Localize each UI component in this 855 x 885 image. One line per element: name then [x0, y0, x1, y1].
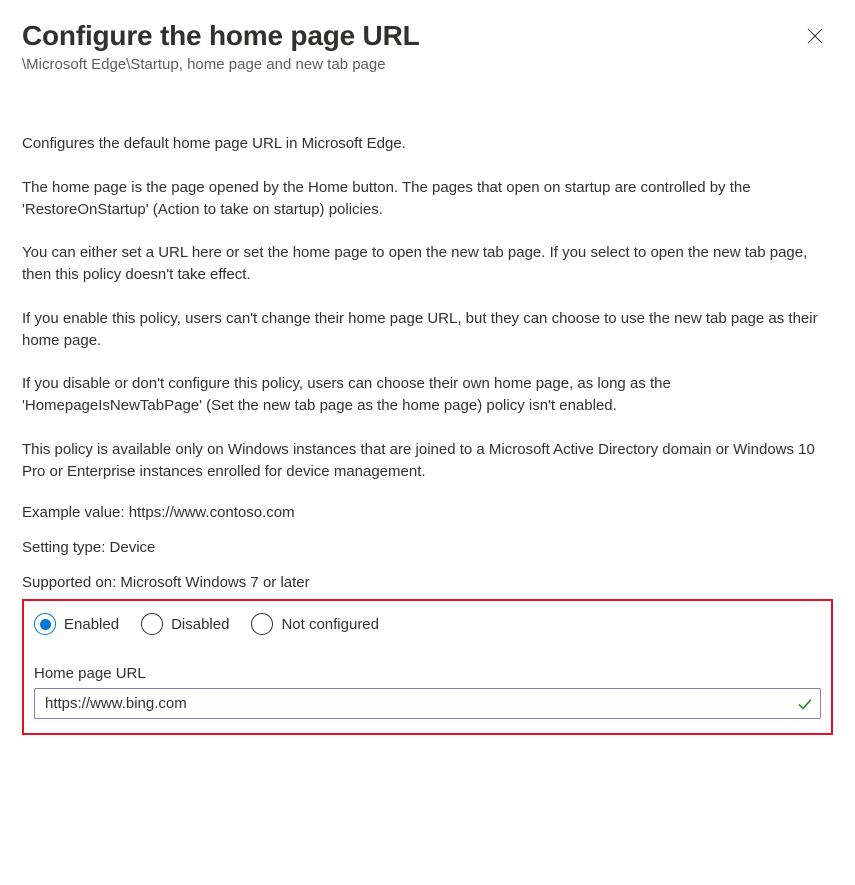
description-paragraph: You can either set a URL here or set the…: [22, 242, 833, 286]
page-title: Configure the home page URL: [22, 20, 420, 52]
supported-on-text: Supported on: Microsoft Windows 7 or lat…: [22, 574, 833, 591]
url-field-label: Home page URL: [34, 665, 821, 682]
close-button[interactable]: [803, 24, 827, 51]
breadcrumb: \Microsoft Edge\Startup, home page and n…: [22, 56, 833, 73]
radio-dot-icon: [40, 619, 51, 630]
description-paragraph: If you enable this policy, users can't c…: [22, 308, 833, 352]
description-paragraph: The home page is the page opened by the …: [22, 177, 833, 221]
home-page-url-input[interactable]: [34, 688, 821, 719]
radio-not-configured[interactable]: Not configured: [251, 613, 379, 635]
radio-indicator: [251, 613, 273, 635]
radio-label: Not configured: [281, 616, 379, 633]
url-input-wrapper: [34, 688, 821, 719]
radio-indicator: [34, 613, 56, 635]
radio-indicator: [141, 613, 163, 635]
description-paragraph: This policy is available only on Windows…: [22, 439, 833, 483]
description-block: Configures the default home page URL in …: [22, 133, 833, 482]
description-paragraph: If you disable or don't configure this p…: [22, 373, 833, 417]
radio-disabled[interactable]: Disabled: [141, 613, 229, 635]
radio-enabled[interactable]: Enabled: [34, 613, 119, 635]
description-paragraph: Configures the default home page URL in …: [22, 133, 833, 155]
state-radio-group: Enabled Disabled Not configured: [34, 613, 821, 635]
radio-label: Disabled: [171, 616, 229, 633]
radio-label: Enabled: [64, 616, 119, 633]
settings-section: Enabled Disabled Not configured Home pag…: [22, 599, 833, 735]
setting-type-text: Setting type: Device: [22, 539, 833, 556]
example-value-text: Example value: https://www.contoso.com: [22, 504, 833, 521]
close-icon: [807, 32, 823, 47]
